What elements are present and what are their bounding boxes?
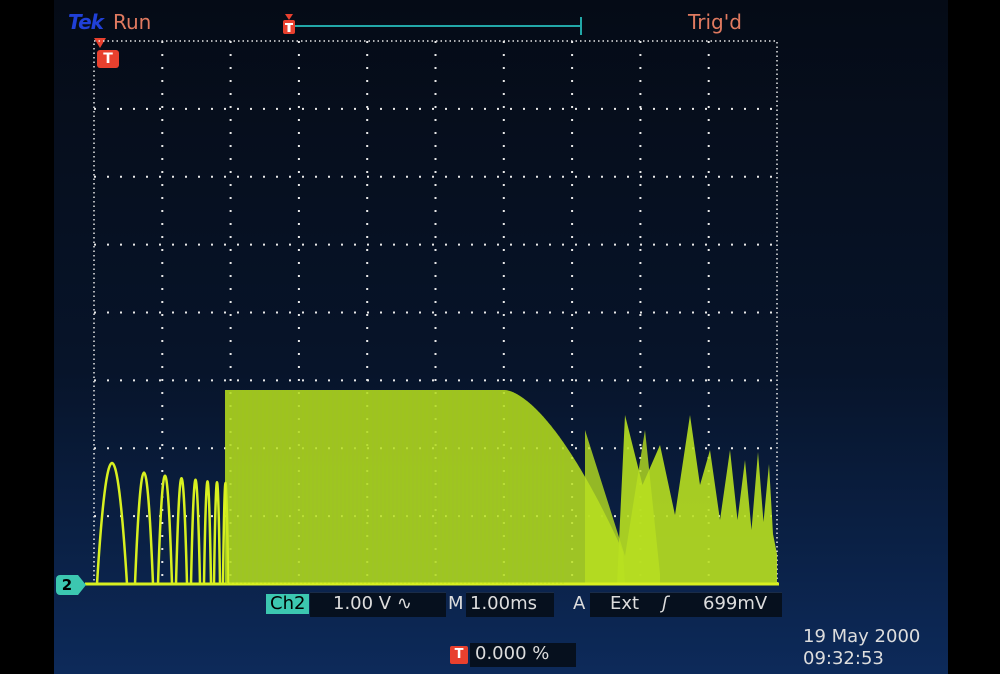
brand-logo: Tek (68, 10, 104, 34)
trigger-prefix: A (573, 593, 586, 614)
trace-arch (156, 474, 174, 585)
trigger-status: Trig'd (688, 10, 742, 34)
trace-right-peaks (617, 415, 777, 584)
volts-value: 1.00 V (333, 593, 392, 614)
channel-ground-marker: 2 (56, 575, 78, 595)
trigger-level: 699mV (703, 593, 768, 614)
trigger-position-icon: T (450, 646, 468, 664)
waveform-display (85, 40, 779, 586)
record-position-bar (291, 25, 581, 27)
channel-ground-arrow-icon (78, 575, 86, 595)
record-position-marker-icon (283, 14, 295, 34)
acquisition-status: Run (113, 10, 152, 34)
channel-label: Ch2 (266, 594, 310, 614)
time-per-div: 1.00ms (470, 593, 537, 614)
date-readout: 19 May 2000 (803, 626, 921, 647)
trace-arch (202, 480, 213, 585)
trigger-source: Ext (610, 593, 640, 614)
record-position-end (580, 17, 582, 35)
trigger-position-readout: 0.000 % (475, 643, 550, 664)
trace-arch (133, 471, 155, 585)
rising-slope-icon: ʃ (662, 593, 669, 614)
trace-arch (212, 481, 222, 585)
main-timebase-prefix: M (448, 593, 464, 614)
trace-dense-fill (225, 390, 625, 584)
volts-per-div: 1.00 V ∿ (333, 592, 412, 616)
time-readout: 09:32:53 (803, 648, 884, 669)
waveform-trace (85, 390, 779, 586)
trace-arch (189, 478, 202, 585)
trace-arch (174, 477, 189, 585)
ac-coupling-icon: ∿ (396, 593, 412, 614)
trace-arch (95, 462, 129, 585)
